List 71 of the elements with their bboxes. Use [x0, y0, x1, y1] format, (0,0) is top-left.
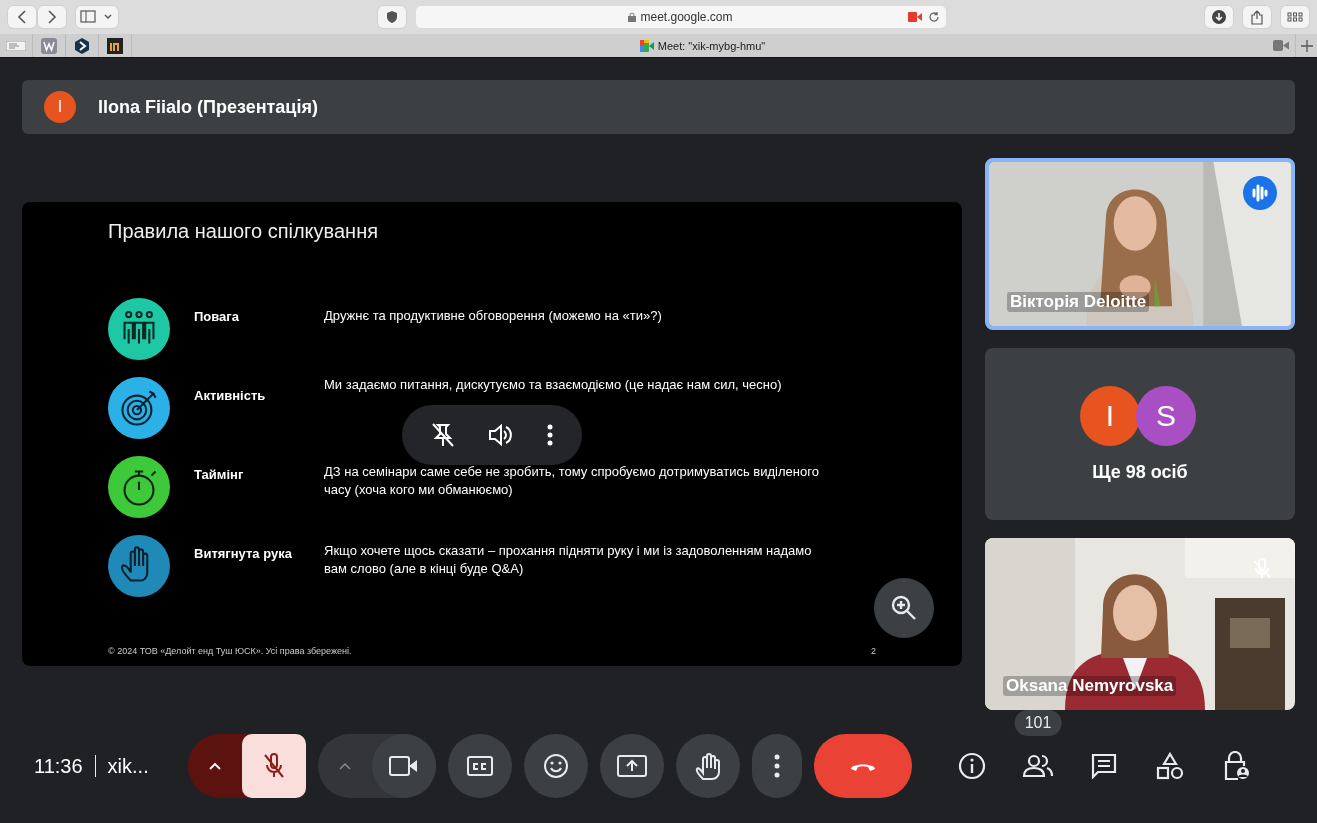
forward-button[interactable] [38, 6, 66, 28]
page-number: 2 [871, 646, 876, 656]
download-button[interactable] [1205, 6, 1233, 28]
rule-name: Витягнута рука [194, 546, 293, 561]
meet-icon [639, 39, 654, 52]
copyright-text: © 2024 ТОВ «Делойт енд Туш ЮСК». Усі права збережені. [108, 646, 352, 656]
captions-icon [467, 755, 493, 777]
chat-icon [1091, 753, 1117, 779]
caret-icon [339, 762, 351, 770]
tab-title[interactable]: Meet: "xik-mybg-hmu" [657, 39, 766, 52]
meeting-code: xik... [107, 754, 149, 778]
zoom-button[interactable] [874, 578, 934, 638]
caret-icon [209, 762, 221, 770]
bookmark-icon[interactable] [107, 37, 123, 54]
video-tile[interactable]: Вікторія Deloitte [985, 158, 1295, 330]
people-icon [1022, 754, 1054, 778]
present-screen-icon [617, 754, 647, 778]
reload-icon[interactable] [927, 11, 940, 23]
rule-text: Ми задаємо питання, дискутуємо та взаємодіємо (це надає нам сил, чесно) [324, 376, 783, 394]
rule-name: Таймінг [194, 467, 245, 482]
back-icon [17, 10, 27, 24]
share-button[interactable] [1243, 6, 1271, 28]
volume-icon[interactable] [488, 423, 514, 447]
avatar: I [1080, 385, 1140, 446]
presenter-name: Ilona Fiialo (Презентація) [98, 96, 318, 118]
info-icon [958, 752, 986, 780]
participant-count: 101 [1014, 710, 1062, 736]
rule-name: Повага [194, 309, 240, 324]
address-bar[interactable]: meet.google.com [415, 6, 946, 28]
forward-icon [47, 10, 57, 24]
rule-text: ДЗ на семінари саме себе не зробить, тому спробуємо дотримуватись виділеного часу (хоча кого ми обманюємо) [324, 463, 820, 499]
camera-icon [907, 12, 922, 22]
others-tile[interactable]: I S Ще 98 осіб [985, 348, 1295, 520]
avatar: I [44, 91, 76, 123]
rule-text: Дружнє та продуктивне обговорення (можемо на «ти»?) [324, 307, 663, 325]
participant-name: Вікторія Deloitte [1007, 292, 1150, 312]
more-icon[interactable] [547, 424, 554, 446]
video-tile[interactable]: Oksana Nemyrovska [985, 538, 1295, 710]
unpin-icon[interactable] [430, 422, 455, 448]
bookmark-icon[interactable] [74, 37, 90, 54]
share-icon [1251, 9, 1263, 25]
privacy-button[interactable] [377, 6, 406, 28]
mic-off-icon [262, 753, 286, 779]
back-button[interactable] [8, 6, 36, 28]
lock-icon [628, 12, 637, 22]
sidebar-button[interactable] [76, 6, 118, 28]
sidebar-icon [80, 10, 114, 24]
shield-icon [385, 10, 398, 24]
others-count: Ще 98 осіб [1092, 461, 1188, 483]
smiley-icon [543, 753, 569, 779]
zoom-in-icon [891, 595, 917, 621]
grid-icon [1287, 12, 1303, 22]
tabs-overview-button[interactable] [1281, 6, 1309, 28]
camera-icon [1273, 40, 1289, 51]
more-options-button[interactable] [752, 734, 802, 798]
download-icon [1212, 10, 1226, 24]
plus-icon [1300, 39, 1313, 52]
camera-icon [389, 755, 419, 777]
lock-person-icon [1222, 751, 1250, 781]
more-icon [774, 754, 780, 778]
shapes-icon [1156, 752, 1184, 780]
rule-text: Якщо хочете щось сказати – прохання підняти руку і ми із задоволенням надамо вам слово (але в кінці буде Q&A) [324, 542, 813, 578]
speaking-icon [1243, 176, 1277, 210]
url-text: meet.google.com [640, 10, 733, 24]
participant-name: Oksana Nemyrovska [1003, 676, 1177, 696]
microphone-button[interactable] [242, 734, 306, 798]
clock-time: 11:36 [34, 754, 83, 778]
rule-name: Активність [194, 388, 267, 403]
hand-icon [695, 752, 721, 780]
avatar: S [1136, 385, 1196, 446]
slide-title: Правила нашого спілкування [108, 220, 379, 243]
